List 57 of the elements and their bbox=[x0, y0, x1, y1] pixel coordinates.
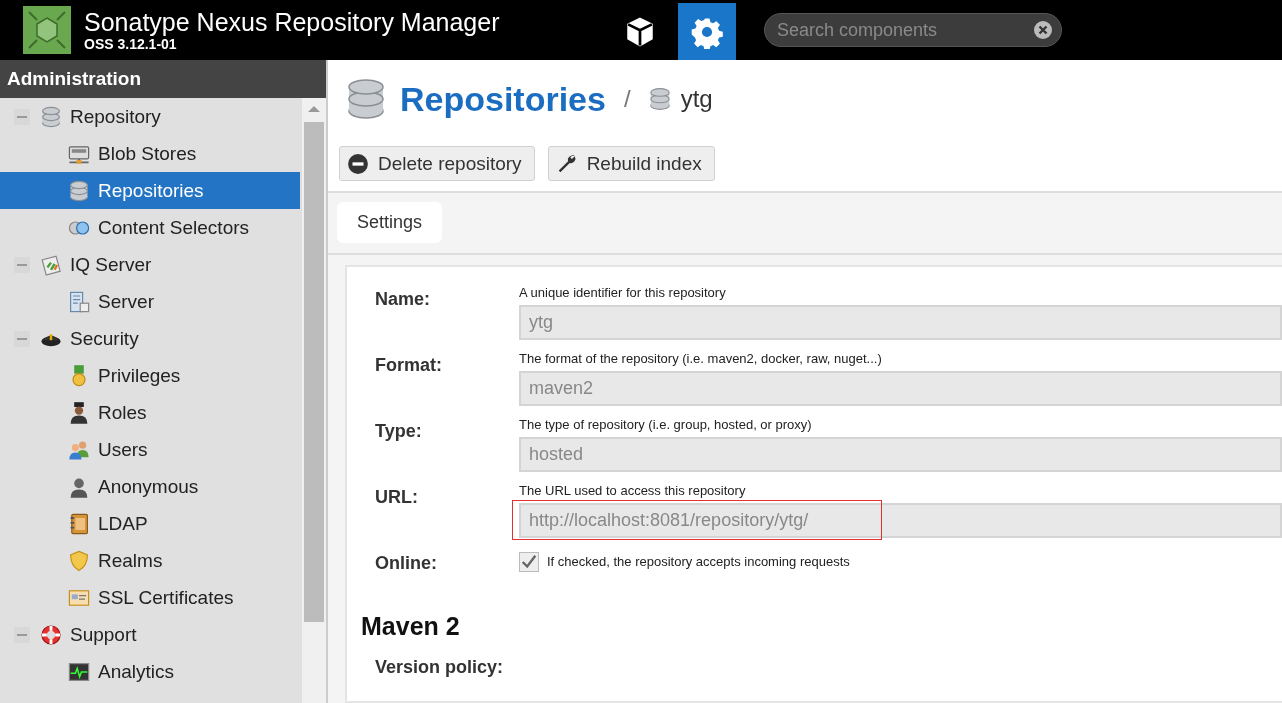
admin-mode-button[interactable] bbox=[678, 3, 736, 60]
tree-item[interactable]: Support bbox=[0, 616, 301, 653]
section-heading: Maven 2 bbox=[361, 612, 461, 641]
tree-item[interactable]: Content Selectors bbox=[0, 209, 301, 246]
field-label: Name: bbox=[374, 288, 432, 311]
help-text: The format of the repository (i.e. maven2, docker, raw, nuget...) bbox=[519, 351, 883, 367]
checkmark-icon bbox=[520, 553, 538, 571]
sidebar-title: Administration bbox=[0, 60, 326, 98]
tree-item[interactable]: Anonymous bbox=[0, 468, 301, 505]
scrollbar[interactable] bbox=[302, 98, 326, 703]
tree-item[interactable]: Realms bbox=[0, 542, 301, 579]
tree-item[interactable]: Security bbox=[0, 320, 301, 357]
tree-item[interactable]: Server bbox=[0, 283, 301, 320]
clear-icon[interactable] bbox=[1033, 20, 1053, 40]
field-label: Format: bbox=[374, 354, 443, 377]
help-text: The type of repository (i.e. group, hosted, or proxy) bbox=[519, 417, 813, 433]
server-document-icon bbox=[67, 289, 91, 314]
help-text: A unique identifier for this repository bbox=[519, 285, 727, 301]
database-icon bbox=[67, 178, 91, 203]
field-label: URL: bbox=[374, 486, 419, 509]
breadcrumb-current: ytg bbox=[680, 85, 713, 113]
tree-item[interactable]: Analytics bbox=[0, 653, 301, 690]
tree-item[interactable]: Repositories bbox=[0, 172, 301, 209]
field-label: Version policy: bbox=[374, 656, 505, 678]
checkbox[interactable] bbox=[519, 552, 539, 572]
minus-circle-icon bbox=[347, 152, 369, 175]
collapse-icon[interactable] bbox=[14, 108, 30, 125]
field-label: Type: bbox=[374, 420, 423, 443]
help-text: If checked, the repository accepts incoming requests bbox=[547, 554, 850, 570]
tree-item[interactable]: Users bbox=[0, 431, 301, 468]
help-text: The URL used to access this repository bbox=[519, 483, 747, 499]
database-icon bbox=[39, 104, 63, 129]
search-field[interactable]: Search components bbox=[764, 13, 1062, 47]
tree-item[interactable]: IQ Server bbox=[0, 246, 301, 283]
cube-logo-icon bbox=[23, 6, 71, 54]
shield-icon bbox=[67, 548, 91, 573]
collapse-icon[interactable] bbox=[14, 626, 30, 643]
settings-tab[interactable]: Settings bbox=[337, 202, 443, 243]
page-title[interactable]: Repositories bbox=[400, 79, 606, 119]
rebuild-index-button[interactable]: Rebuild index bbox=[547, 146, 715, 181]
collapse-icon[interactable] bbox=[14, 256, 30, 273]
delete-repository-button[interactable]: Delete repository bbox=[339, 146, 535, 181]
database-icon bbox=[648, 87, 671, 111]
tree-item[interactable]: Blob Stores bbox=[0, 135, 301, 172]
tree-item[interactable]: Roles bbox=[0, 394, 301, 431]
breadcrumb-separator: / bbox=[623, 85, 631, 113]
collapse-icon[interactable] bbox=[14, 330, 30, 347]
app-version: OSS 3.12.1-01 bbox=[84, 36, 178, 52]
lifebuoy-icon bbox=[39, 622, 63, 647]
database-icon bbox=[346, 77, 386, 121]
tree-item[interactable]: Repository bbox=[0, 98, 301, 135]
app-title: Sonatype Nexus Repository Manager bbox=[84, 8, 500, 36]
tree-item[interactable]: LDAP bbox=[0, 505, 301, 542]
field-label: Online: bbox=[374, 552, 438, 574]
scrollbar-thumb[interactable] bbox=[304, 122, 324, 622]
tree-item[interactable]: Privileges bbox=[0, 357, 301, 394]
tree-item[interactable]: SSL Certificates bbox=[0, 579, 301, 616]
